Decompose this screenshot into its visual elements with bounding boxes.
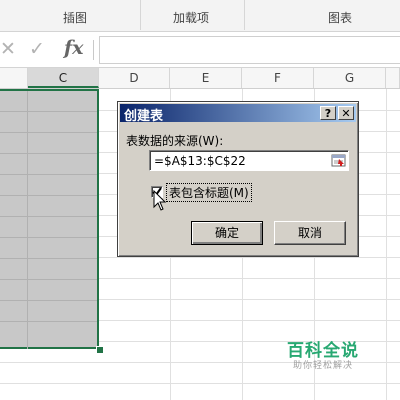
column-header-h[interactable] <box>386 68 400 88</box>
formula-input[interactable] <box>99 36 400 64</box>
selected-range[interactable] <box>0 89 99 349</box>
dialog-title: 创建表 <box>124 109 164 124</box>
watermark-subtitle: 助你轻松解决 <box>293 361 354 371</box>
x-icon[interactable]: ✕ <box>0 38 16 60</box>
help-button[interactable]: ? <box>320 106 336 120</box>
ribbon-separator <box>244 0 245 30</box>
source-range-value: =$A$13:$C$22 <box>154 154 246 168</box>
mouse-pointer-icon <box>153 190 167 211</box>
checkmark-icon[interactable]: ✓ <box>29 38 45 60</box>
has-headers-label[interactable]: 表包含标题(M) <box>166 183 252 202</box>
column-header-e[interactable]: E <box>170 68 242 88</box>
column-header-g[interactable]: G <box>314 68 386 88</box>
group-label-addins: 加载项 <box>173 11 210 25</box>
column-header-row: C D E F G <box>0 68 400 89</box>
create-table-dialog: 创建表 ? ✕ 表数据的来源(W): =$A$13:$C$22 表包含标题(M)… <box>117 101 359 257</box>
ribbon-separator <box>140 0 141 30</box>
source-range-input[interactable]: =$A$13:$C$22 <box>149 150 349 171</box>
group-label-charts: 图表 <box>328 11 353 25</box>
column-header-b[interactable] <box>0 68 28 88</box>
ok-button[interactable]: 确定 <box>191 221 263 245</box>
dialog-titlebar[interactable]: 创建表 ? ✕ <box>120 104 356 124</box>
cancel-button[interactable]: 取消 <box>274 221 346 245</box>
column-header-f[interactable]: F <box>242 68 314 88</box>
ribbon-group-labels: 插图 加载项 图表 <box>0 0 400 32</box>
group-label-illustrations: 插图 <box>63 11 88 25</box>
column-header-d[interactable]: D <box>99 68 170 88</box>
fill-handle[interactable] <box>96 346 104 354</box>
column-header-c[interactable]: C <box>28 68 99 88</box>
source-label: 表数据的来源(W): <box>126 134 224 148</box>
close-button[interactable]: ✕ <box>338 106 354 120</box>
insert-function-button[interactable]: fx <box>64 37 84 59</box>
formula-bar-separator <box>93 40 94 60</box>
formula-bar: ✕ ✓ fx <box>0 32 400 68</box>
collapse-dialog-icon[interactable] <box>331 153 346 168</box>
